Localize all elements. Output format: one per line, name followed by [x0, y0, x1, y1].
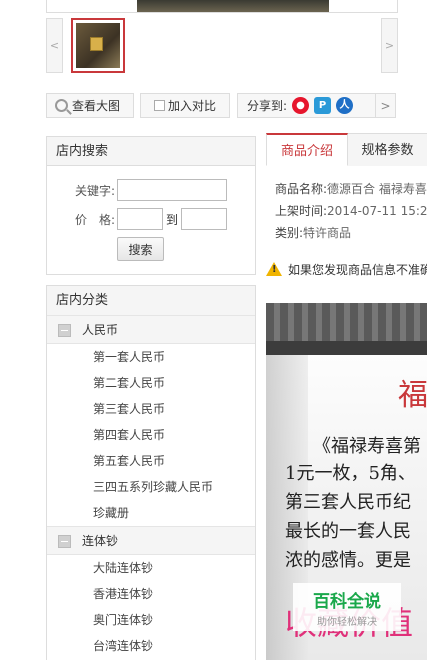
chevron-left-icon: <	[49, 39, 60, 52]
category-value: 特许商品	[303, 226, 352, 240]
category-item[interactable]: 香港连体钞	[47, 581, 255, 607]
image-line: 1元一枚，5角、	[285, 463, 416, 484]
view-large-label: 查看大图	[72, 99, 121, 113]
keyword-row: 关键字:	[47, 179, 227, 201]
report-notice-text[interactable]: 如果您发现商品信息不准确	[288, 261, 427, 278]
watermark-subtitle: 助你轻松解决	[317, 616, 377, 628]
tencent-weibo-icon[interactable]: P	[314, 97, 332, 114]
thumbnail-selected[interactable]	[71, 18, 125, 73]
tab-specs[interactable]: 规格参数	[348, 133, 427, 166]
share-more-button[interactable]: >	[375, 93, 396, 118]
image-line: 《福禄寿喜第	[313, 436, 421, 457]
magnifier-icon	[55, 99, 68, 112]
category-item[interactable]: 台湾连体钞	[47, 633, 255, 659]
collapse-icon[interactable]	[58, 324, 71, 337]
view-large-button[interactable]: 查看大图	[46, 93, 134, 118]
roof-tiles-graphic	[266, 303, 427, 355]
category-group-label: 人民币	[82, 323, 119, 337]
category-item[interactable]: 奥门连体钞	[47, 607, 255, 633]
category-item[interactable]: 第四套人民币	[47, 422, 255, 448]
store-category-panel: 店内分类 人民币 第一套人民币 第二套人民币 第三套人民币 第四套人民币 第五套…	[46, 285, 256, 660]
share-label: 分享到:	[247, 99, 288, 113]
price-max-input[interactable]	[181, 208, 228, 230]
category-row: 类别:特许商品	[275, 224, 427, 241]
image-line: 第三套人民币纪	[285, 492, 411, 513]
thumbnail-strip: < >	[46, 18, 398, 73]
product-name-row: 商品名称:德源百合 福禄寿喜	[275, 180, 427, 197]
store-search-title: 店内搜索	[47, 137, 255, 166]
category-item[interactable]: 三四五系列珍藏人民币	[47, 474, 255, 500]
chevron-right-icon: >	[384, 39, 395, 52]
category-item[interactable]: 第二套人民币	[47, 370, 255, 396]
search-button[interactable]: 搜索	[117, 237, 164, 261]
collapse-icon[interactable]	[58, 535, 71, 548]
category-item[interactable]: 第一套人民币	[47, 344, 255, 370]
add-compare-button[interactable]: 加入对比	[140, 93, 230, 118]
warning-icon	[266, 262, 282, 276]
store-category-title: 店内分类	[47, 286, 255, 315]
category-group-rmb[interactable]: 人民币	[47, 315, 255, 344]
listing-date-row: 上架时间:2014-07-11 15:2	[275, 202, 427, 219]
price-to-label: 到	[166, 212, 179, 227]
image-line: 浓的感情。更是	[285, 550, 411, 571]
price-row: 价 格: 到	[47, 208, 228, 230]
category-item[interactable]: 大陆连体钞	[47, 555, 255, 581]
main-image-frame	[46, 0, 398, 13]
action-bar: 查看大图 加入对比 分享到: ● P 人 >	[46, 93, 398, 118]
thumb-next-button[interactable]: >	[381, 18, 398, 73]
report-notice: 如果您发现商品信息不准确	[266, 259, 427, 279]
price-label: 价 格:	[74, 212, 115, 227]
share-bar: 分享到: ● P 人	[237, 93, 380, 118]
category-group-label: 连体钞	[82, 534, 119, 548]
store-search-panel: 店内搜索 关键字: 价 格: 到 搜索	[46, 136, 256, 275]
renren-icon[interactable]: 人	[336, 97, 354, 114]
category-label: 类别:	[275, 226, 304, 240]
keyword-label: 关键字:	[74, 183, 115, 198]
price-min-input[interactable]	[117, 208, 163, 230]
weibo-icon[interactable]: ●	[292, 97, 310, 114]
product-name-value: 德源百合 福禄寿喜	[327, 182, 427, 196]
product-tabs: 商品介绍 规格参数	[266, 133, 427, 166]
category-item[interactable]: 珍藏册	[47, 500, 255, 526]
thumbnail-image	[76, 23, 120, 68]
listing-date-value: 2014-07-11 15:2	[327, 204, 427, 218]
watermark-badge: 百科全说 助你轻松解决	[293, 583, 401, 631]
image-title-text: 福	[398, 378, 427, 413]
product-name-label: 商品名称:	[275, 182, 328, 196]
watermark-title: 百科全说	[313, 591, 381, 612]
chevron-right-icon: >	[380, 98, 391, 113]
image-line: 最长的一套人民	[285, 521, 411, 542]
main-product-image[interactable]	[137, 0, 329, 12]
tab-product-intro[interactable]: 商品介绍	[266, 133, 348, 166]
thumb-prev-button[interactable]: <	[46, 18, 63, 73]
compare-checkbox[interactable]	[154, 100, 165, 111]
category-item[interactable]: 第三套人民币	[47, 396, 255, 422]
category-group-linked-notes[interactable]: 连体钞	[47, 526, 255, 555]
listing-date-label: 上架时间:	[275, 204, 328, 218]
add-compare-label: 加入对比	[168, 99, 217, 113]
keyword-input[interactable]	[117, 179, 227, 201]
category-item[interactable]: 第五套人民币	[47, 448, 255, 474]
